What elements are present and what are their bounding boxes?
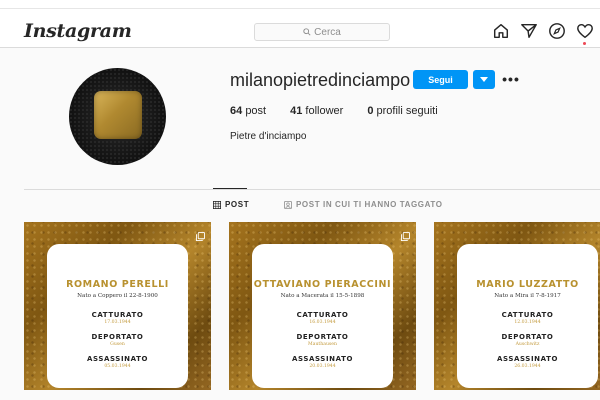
killed-date: 05.03.1944 bbox=[104, 364, 131, 369]
tabs-divider bbox=[24, 189, 600, 190]
following-stat[interactable]: 0 profili seguiti bbox=[367, 105, 437, 117]
stone-card: ROMANO PERELLI Nato a Coppero il 22-8-19… bbox=[47, 244, 188, 388]
explore-icon[interactable] bbox=[548, 22, 566, 40]
posts-count: 64 bbox=[230, 105, 243, 117]
carousel-icon bbox=[196, 228, 205, 241]
search-icon bbox=[303, 28, 311, 36]
captured-label: CATTURATO bbox=[91, 311, 144, 319]
tab-tagged[interactable]: POST IN CUI TI HANNO TAGGATO bbox=[284, 200, 443, 209]
deported-label: DEPORTATO bbox=[296, 333, 349, 341]
posts-stat: 64 post bbox=[230, 105, 266, 117]
tab-posts-label: POST bbox=[225, 200, 250, 209]
victim-birth: Nato a Mira il 7-8-1917 bbox=[494, 293, 561, 299]
following-count: 0 bbox=[367, 105, 374, 117]
captured-label: CATTURATO bbox=[501, 311, 554, 319]
killed-date: 26.03.1944 bbox=[514, 364, 541, 369]
captured-date: 17.03.1944 bbox=[104, 320, 131, 325]
follow-button[interactable]: Segui bbox=[413, 70, 468, 89]
victim-birth: Nato a Macerata il 15-5-1898 bbox=[280, 293, 365, 299]
top-navigation-bar: Instagram Cerca bbox=[0, 0, 600, 48]
suggested-dropdown-button[interactable] bbox=[473, 70, 495, 89]
profile-avatar[interactable] bbox=[69, 68, 166, 165]
deported-place: Auschwitz bbox=[515, 342, 540, 347]
post-tile[interactable]: MARIO LUZZATTO Nato a Mira il 7-8-1917 C… bbox=[434, 222, 600, 390]
post-tile[interactable]: ROMANO PERELLI Nato a Coppero il 22-8-19… bbox=[24, 222, 211, 390]
chevron-down-icon bbox=[480, 77, 488, 82]
tab-tagged-label: POST IN CUI TI HANNO TAGGATO bbox=[296, 200, 443, 209]
deported-place: Mauthausen bbox=[308, 342, 337, 347]
killed-date: 20.03.1944 bbox=[309, 364, 336, 369]
carousel-icon bbox=[401, 228, 410, 241]
killed-label: ASSASSINATO bbox=[291, 355, 354, 363]
tag-person-icon bbox=[284, 200, 292, 209]
deported-label: DEPORTATO bbox=[501, 333, 554, 341]
profile-full-name: Pietre d'inciampo bbox=[230, 131, 307, 142]
avatar-stone-image bbox=[94, 91, 142, 139]
browser-edge-line bbox=[0, 8, 600, 9]
activity-heart-icon[interactable] bbox=[576, 22, 594, 40]
posts-label: post bbox=[245, 105, 267, 117]
profile-username: milanopietredinciampo bbox=[230, 70, 411, 90]
search-input[interactable]: Cerca bbox=[254, 23, 390, 41]
victim-name: ROMANO PERELLI bbox=[66, 279, 169, 290]
deported-label: DEPORTATO bbox=[91, 333, 144, 341]
instagram-logo[interactable]: Instagram bbox=[24, 20, 132, 42]
active-tab-indicator bbox=[213, 188, 247, 189]
post-tile[interactable]: OTTAVIANO PIERACCINI Nato a Macerata il … bbox=[229, 222, 416, 390]
killed-label: ASSASSINATO bbox=[86, 355, 149, 363]
following-label: profili seguiti bbox=[376, 105, 438, 117]
captured-label: CATTURATO bbox=[296, 311, 349, 319]
followers-stat[interactable]: 41 follower bbox=[290, 105, 343, 117]
direct-icon[interactable] bbox=[520, 22, 538, 40]
more-options-button[interactable]: ••• bbox=[502, 71, 519, 87]
notification-dot bbox=[583, 42, 586, 45]
deported-place: Gusen bbox=[110, 342, 125, 347]
followers-count: 41 bbox=[290, 105, 303, 117]
victim-name: OTTAVIANO PIERACCINI bbox=[253, 279, 392, 290]
victim-name: MARIO LUZZATTO bbox=[476, 279, 579, 290]
followers-label: follower bbox=[305, 105, 344, 117]
victim-birth: Nato a Coppero il 22-8-1900 bbox=[77, 293, 158, 299]
stone-card: OTTAVIANO PIERACCINI Nato a Macerata il … bbox=[252, 244, 393, 388]
home-icon[interactable] bbox=[492, 22, 510, 40]
grid-icon bbox=[213, 200, 221, 209]
search-placeholder: Cerca bbox=[314, 26, 341, 38]
captured-date: 12.03.1944 bbox=[514, 320, 541, 325]
stone-card: MARIO LUZZATTO Nato a Mira il 7-8-1917 C… bbox=[457, 244, 598, 388]
killed-label: ASSASSINATO bbox=[496, 355, 559, 363]
tab-posts[interactable]: POST bbox=[213, 200, 249, 209]
captured-date: 16.03.1944 bbox=[309, 320, 336, 325]
profile-stats: 64 post 41 follower 0 profili seguiti bbox=[230, 105, 438, 117]
